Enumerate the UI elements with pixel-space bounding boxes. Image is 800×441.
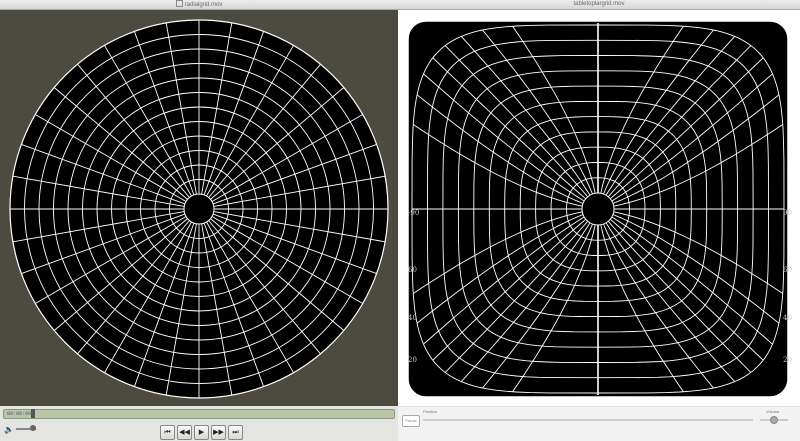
right-video-area: -90 90 60 60 40 40 20 20 — [398, 10, 800, 406]
center-hole — [581, 192, 615, 226]
left-video-area — [0, 10, 398, 406]
playhead[interactable] — [31, 409, 35, 418]
volume-knob[interactable] — [29, 425, 36, 431]
radial-grid-video — [9, 19, 389, 399]
left-title-bar[interactable]: radialgrid.mov — [0, 0, 398, 10]
right-title-bar[interactable]: tabletoplargrid.mov — [398, 0, 800, 10]
angle-label-right: 20 — [783, 356, 792, 364]
rewind-button[interactable]: ◀◀ — [177, 425, 192, 440]
angle-label-left: -90 — [408, 209, 419, 217]
angle-label-left: 40 — [408, 314, 417, 322]
right-player-window: tabletoplargrid.mov -90 90 60 60 40 40 20 20 Pa… — [398, 0, 800, 441]
movie-file-icon — [175, 0, 183, 7]
right-volume-knob[interactable] — [770, 416, 778, 424]
angle-label-left: 20 — [408, 356, 417, 364]
left-window-title: radialgrid.mov — [184, 2, 223, 8]
skip-forward-button[interactable]: ⏭ — [228, 425, 243, 440]
angle-label-right: 40 — [783, 314, 792, 322]
right-window-title: tabletoplargrid.mov — [573, 1, 625, 7]
volume-control: 🔈 — [4, 424, 36, 434]
skip-back-button[interactable]: ⏮ — [160, 425, 175, 440]
transport-controls: ⏮ ◀◀ ▶ ▶▶ ⏭ — [160, 425, 243, 440]
timecode: 00:00:00 — [7, 411, 32, 417]
fast-forward-button[interactable]: ▶▶ — [211, 425, 226, 440]
volume-slider[interactable] — [15, 425, 36, 431]
timeline-bar[interactable]: 00:00:00 — [3, 409, 395, 419]
position-label: Position — [423, 409, 438, 414]
center-hole — [183, 193, 215, 225]
pause-button[interactable]: Pause — [402, 415, 420, 427]
left-controller: 00:00:00 🔈 ⏮ ◀◀ ▶ ▶▶ ⏭ — [0, 406, 398, 441]
angle-label-right: 90 — [783, 209, 792, 217]
warped-grid-video: -90 90 60 60 40 40 20 20 — [398, 10, 800, 406]
speaker-icon[interactable]: 🔈 — [4, 425, 14, 434]
left-player-window: radialgrid.mov 00:00:00 🔈 ⏮ ◀◀ ▶ ▶▶ ⏭ — [0, 0, 398, 441]
angle-label-right: 60 — [783, 266, 792, 274]
right-controller: Pause Position Volume — [398, 406, 800, 441]
angle-label-left: 60 — [408, 266, 417, 274]
right-volume-slider[interactable] — [760, 416, 788, 424]
volume-label: Volume — [766, 409, 780, 414]
play-button[interactable]: ▶ — [194, 425, 209, 440]
position-slider[interactable] — [423, 419, 753, 421]
